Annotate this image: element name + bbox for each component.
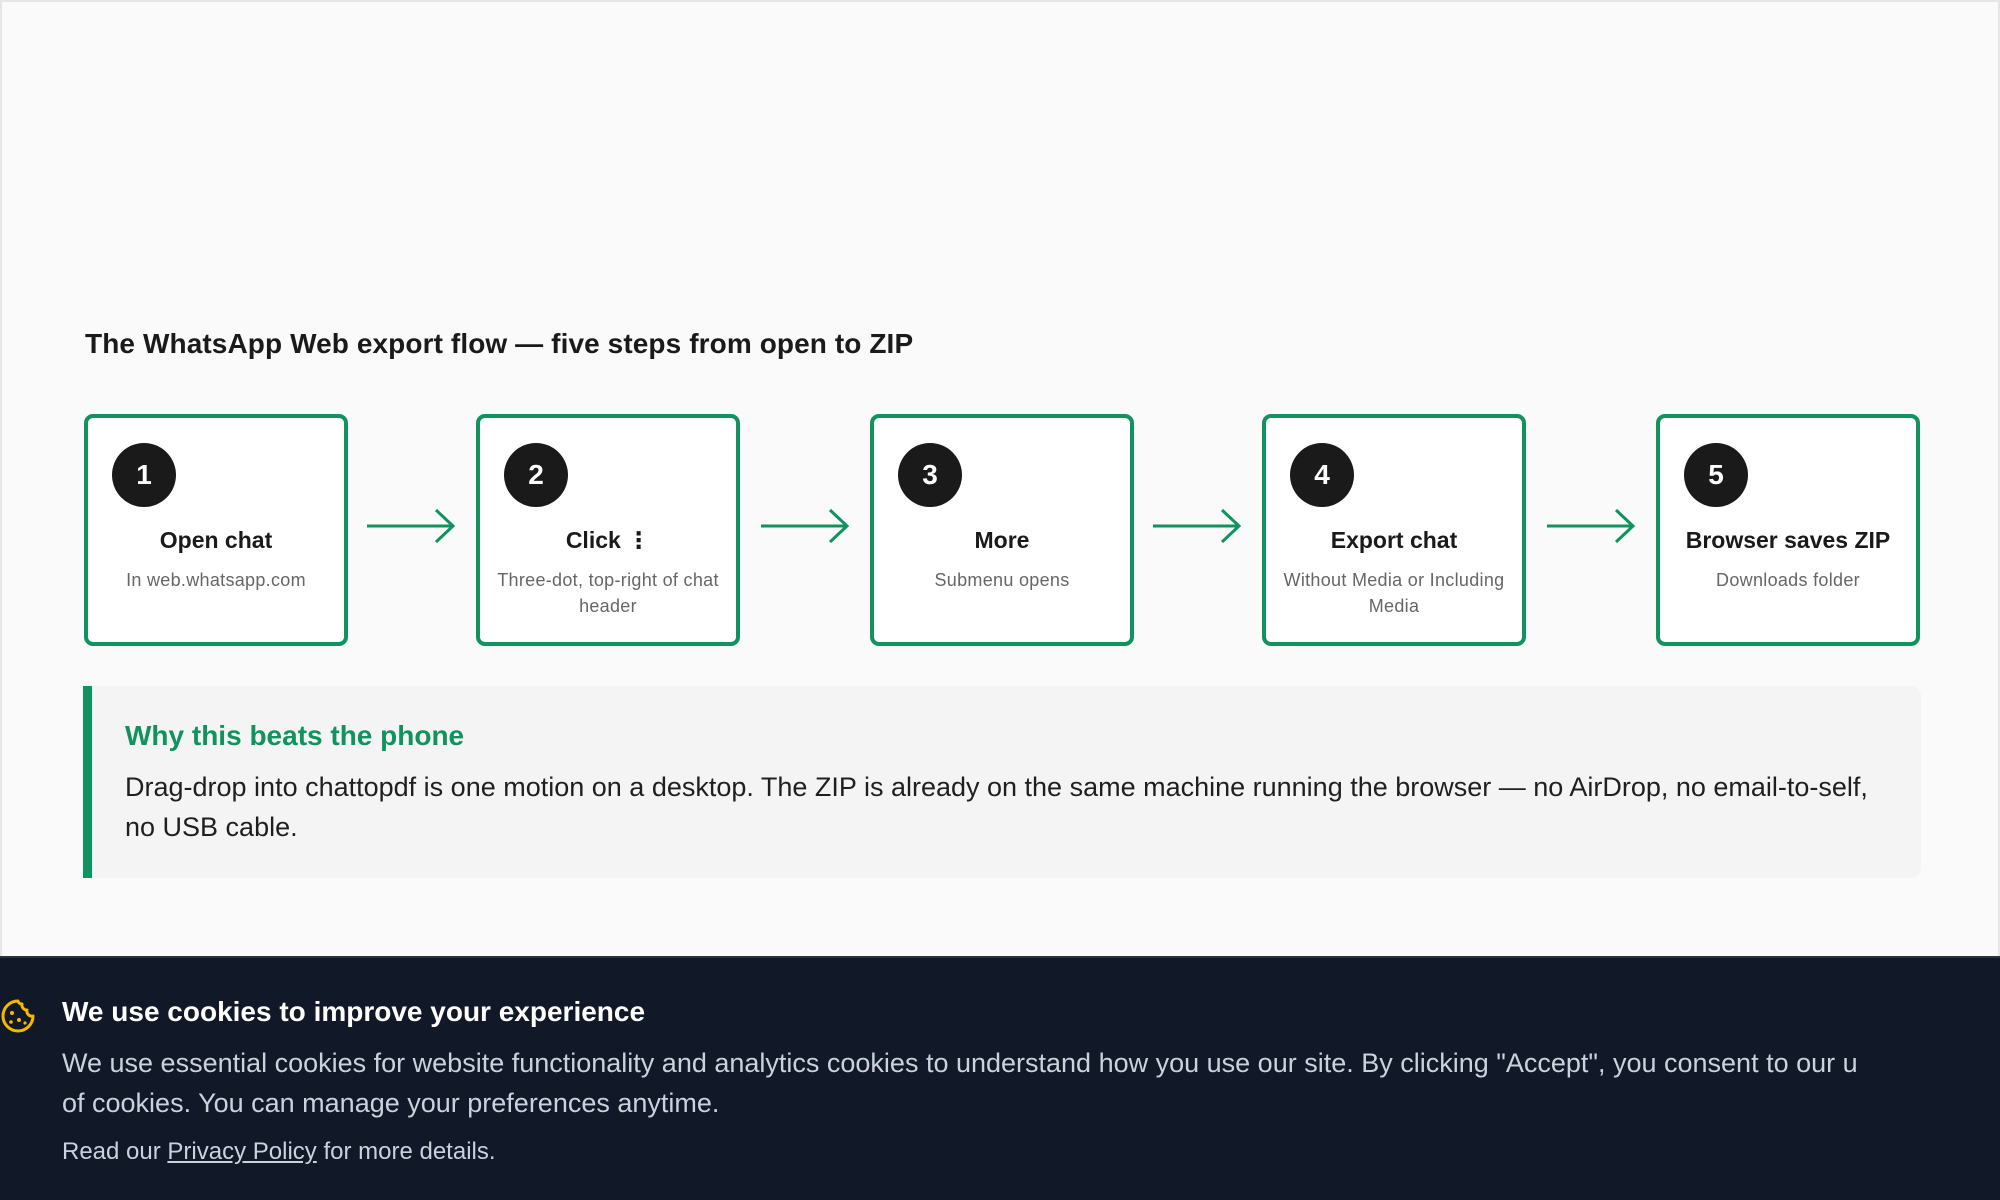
arrow-right-icon: [367, 508, 456, 544]
step-number-badge: 1: [112, 443, 176, 507]
step-number-badge: 4: [1290, 443, 1354, 507]
steps-flow: 1 Open chat In web.whatsapp.com 2 Click …: [84, 414, 1920, 646]
step-card-5: 5 Browser saves ZIP Downloads folder: [1656, 414, 1920, 646]
flow-title: The WhatsApp Web export flow — five step…: [85, 328, 914, 359]
privacy-policy-link[interactable]: Privacy Policy: [167, 1138, 316, 1165]
step-card-1: 1 Open chat In web.whatsapp.com: [84, 414, 348, 646]
step-subtitle: Three-dot, top-right of chat header: [497, 570, 719, 616]
arrow-right-icon: [1153, 508, 1242, 544]
step-subtitle: Submenu opens: [934, 570, 1070, 590]
step-subtitle: Downloads folder: [1716, 570, 1860, 590]
arrow-right-icon: [1547, 508, 1636, 544]
cookie-icon: [1, 999, 35, 1033]
step-subtitle: Without Media or Including Media: [1283, 570, 1505, 616]
step-title: Click ⋮: [565, 527, 651, 553]
cookie-banner: We use cookies to improve your experienc…: [0, 956, 2000, 1200]
step-card-2: 2 Click ⋮ Three-dot, top-right of chat h…: [476, 414, 740, 646]
step-title: More: [974, 527, 1030, 553]
step-number-badge: 5: [1684, 443, 1748, 507]
step-number-badge: 3: [898, 443, 962, 507]
cookie-message-line-2: of cookies. You can manage your preferen…: [62, 1088, 720, 1118]
policy-prefix: Read our: [62, 1138, 161, 1165]
policy-suffix: for more details.: [323, 1138, 496, 1165]
cookie-banner-message: We use essential cookies for website fun…: [62, 1043, 1997, 1123]
cookie-policy-note: Read our Privacy Policy for more details…: [62, 1138, 496, 1166]
step-title: Open chat: [159, 527, 273, 553]
step-card-3: 3 More Submenu opens: [870, 414, 1134, 646]
step-number-badge: 2: [504, 443, 568, 507]
step-title: Export chat: [1330, 527, 1458, 553]
callout-box: Why this beats the phone Drag-drop into …: [83, 686, 1921, 878]
callout-title: Why this beats the phone: [125, 720, 465, 751]
arrow-right-icon: [761, 508, 850, 544]
callout-body: Drag-drop into chattopdf is one motion o…: [125, 772, 1868, 842]
step-card-4: 4 Export chat Without Media or Including…: [1262, 414, 1526, 646]
step-subtitle: In web.whatsapp.com: [126, 570, 306, 590]
step-title: Browser saves ZIP: [1685, 527, 1891, 553]
cookie-message-line-1: We use essential cookies for website fun…: [62, 1048, 1858, 1078]
cookie-banner-title: We use cookies to improve your experienc…: [62, 996, 646, 1027]
